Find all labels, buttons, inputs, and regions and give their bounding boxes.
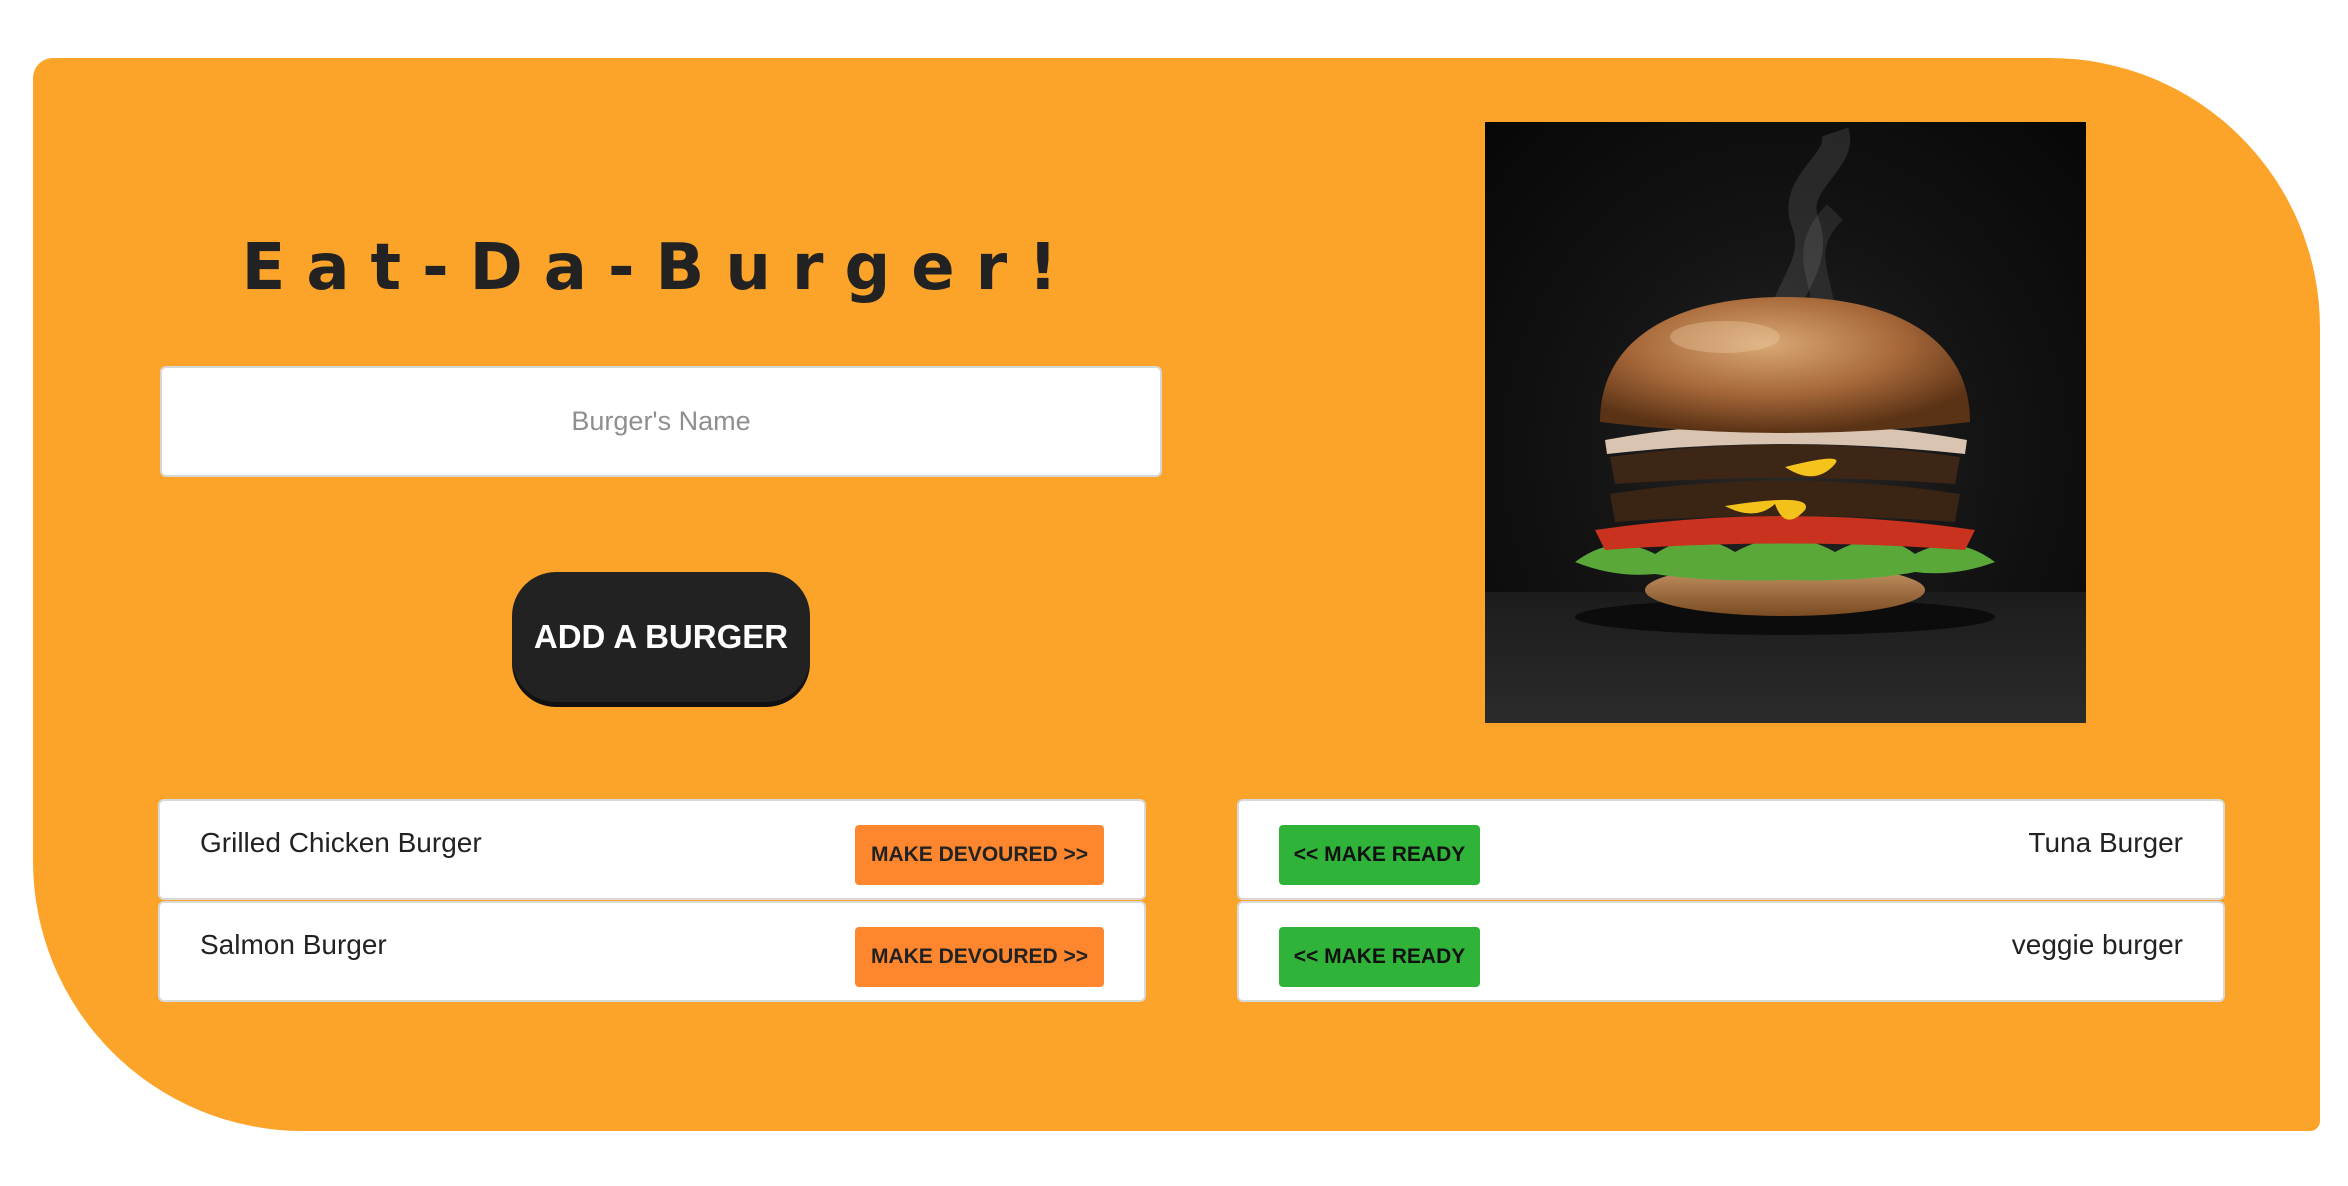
burger-name: veggie burger <box>2011 929 2183 960</box>
devoured-burgers-list: << MAKE READY Tuna Burger << MAKE READY … <box>1237 799 2225 1003</box>
list-item: Salmon Burger MAKE DEVOURED >> <box>158 901 1146 1002</box>
burger-image <box>1485 122 2086 723</box>
add-burger-button[interactable]: ADD A BURGER <box>512 572 810 702</box>
make-ready-button[interactable]: << MAKE READY <box>1279 825 1480 885</box>
burger-name-input[interactable] <box>160 366 1162 477</box>
burger-name: Grilled Chicken Burger <box>200 827 482 858</box>
burger-name: Tuna Burger <box>2028 827 2183 858</box>
burger-name: Salmon Burger <box>200 929 387 960</box>
make-devoured-button[interactable]: MAKE DEVOURED >> <box>855 927 1104 987</box>
list-item: << MAKE READY Tuna Burger <box>1237 799 2225 900</box>
ready-burgers-list: Grilled Chicken Burger MAKE DEVOURED >> … <box>158 799 1146 1003</box>
list-item: Grilled Chicken Burger MAKE DEVOURED >> <box>158 799 1146 900</box>
list-item: << MAKE READY veggie burger <box>1237 901 2225 1002</box>
make-devoured-button[interactable]: MAKE DEVOURED >> <box>855 825 1104 885</box>
make-ready-button[interactable]: << MAKE READY <box>1279 927 1480 987</box>
page-title: Eat-Da-Burger! <box>241 231 1079 305</box>
